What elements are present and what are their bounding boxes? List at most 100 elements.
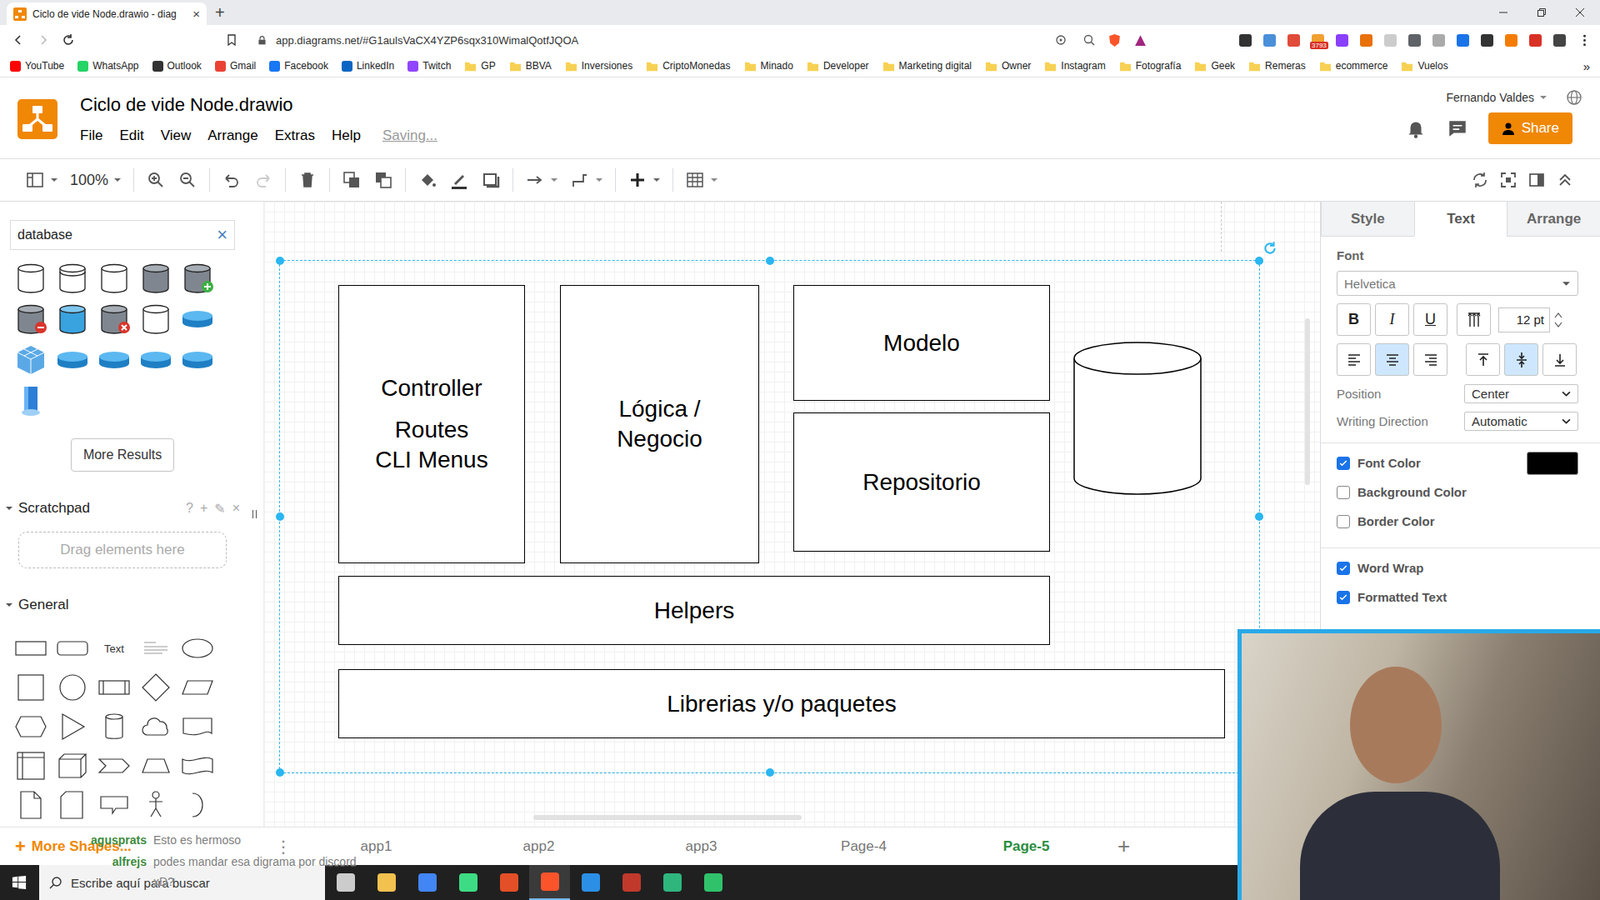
line-color-icon[interactable] [449,170,470,190]
taskbar-app[interactable] [692,865,734,900]
extension-icon[interactable] [1505,34,1518,47]
shape-result[interactable] [135,261,177,295]
checkbox[interactable] [1336,456,1350,470]
bookmark[interactable]: YouTube [10,60,65,72]
menu-item[interactable]: Help [331,127,361,145]
bookmark[interactable]: Developer [806,60,870,73]
taskbar-app[interactable] [406,865,448,900]
shape-search-field[interactable]: database × [10,220,235,250]
page-tab[interactable]: Page-5 [945,838,1108,855]
shape-result[interactable] [51,343,94,377]
location-icon[interactable] [1054,33,1068,47]
scratchpad-header[interactable]: Scratchpad ?+✎× [0,496,245,520]
text-option[interactable]: Formatted Text [1336,582,1579,612]
resize-handle[interactable] [765,256,775,265]
more-shapes-button[interactable]: + More Shapes... [0,835,245,858]
spinner-icon[interactable] [1554,310,1563,330]
extension-icon[interactable] [1553,34,1566,47]
bell-icon[interactable] [1405,117,1427,140]
shape-item[interactable] [176,710,219,744]
shape-item[interactable] [10,788,52,822]
dropdown-icon[interactable] [50,175,59,185]
resize-handle[interactable] [275,256,285,265]
bookmark[interactable]: Minado [744,60,794,73]
zoom-level[interactable]: 100% [70,171,109,190]
bookmark[interactable]: WhatsApp [77,60,139,72]
bookmark[interactable]: Geek [1194,60,1235,73]
format-tab[interactable]: Text [1414,201,1508,237]
taskbar-app[interactable] [365,865,407,900]
globe-icon[interactable] [1565,89,1583,106]
checkbox[interactable] [1336,485,1350,500]
color-option[interactable]: Background Color [1336,477,1579,507]
resize-handle[interactable] [275,768,285,777]
dropdown-icon[interactable] [1539,93,1548,102]
color-swatch[interactable] [1526,451,1579,475]
shape-result[interactable] [93,261,135,295]
database-cylinder[interactable] [1073,341,1202,495]
menu-item[interactable]: File [80,127,103,145]
shape-item[interactable] [176,631,219,665]
back-icon[interactable] [11,33,25,47]
shape-item[interactable] [135,670,177,705]
font-family-select[interactable]: Helvetica [1336,270,1579,296]
shape-item[interactable] [10,710,52,744]
valign-bottom-button[interactable] [1542,343,1577,376]
document-title[interactable]: Ciclo de vide Node.drawio [80,94,438,116]
extension-icon[interactable] [1408,34,1421,47]
url-field[interactable]: app.diagrams.net/#G1aulsVaCX4YZP6sqx310W… [225,33,1096,47]
zoom-out-icon[interactable] [177,170,198,190]
shape-item[interactable] [93,710,135,744]
menu-item[interactable]: View [160,127,192,145]
shape-item[interactable] [93,749,135,783]
fullscreen-icon[interactable] [1498,170,1519,190]
reload-icon[interactable] [61,33,75,47]
color-option[interactable]: Font Color [1336,448,1579,478]
dropdown-icon[interactable] [710,175,719,185]
shape-item[interactable] [135,631,177,665]
bookmark[interactable]: Vuelos [1400,60,1448,73]
diagram-box[interactable]: Librerias y/o paquetes [338,669,1225,739]
bookmark[interactable]: Gmail [215,60,256,72]
windows-start-icon[interactable] [11,875,27,890]
collapse-icon[interactable] [1555,170,1575,190]
format-tab[interactable]: Style [1320,201,1415,237]
rotate-icon[interactable] [1262,240,1278,256]
comment-icon[interactable] [1446,117,1469,140]
more-results-button[interactable]: More Results [70,438,175,472]
taskbar-app[interactable] [488,865,530,900]
restore-icon[interactable] [1536,7,1547,18]
bookmark-icon[interactable] [225,33,239,47]
minimize-icon[interactable] [1498,7,1509,18]
text-option[interactable]: Word Wrap [1336,553,1579,583]
bookmark[interactable]: Outlook [152,60,202,72]
connection-icon[interactable] [525,170,545,190]
page-tab[interactable]: app1 [295,838,458,855]
taskbar-app[interactable] [529,865,570,900]
extension-icon[interactable] [1456,34,1470,47]
menu-item[interactable]: Extras [275,127,315,145]
shape-result[interactable] [135,343,177,377]
page-tab[interactable]: Page-4 [782,838,945,855]
extension-icon[interactable] [1480,34,1494,47]
zoom-icon[interactable] [1082,33,1096,47]
table-icon[interactable] [685,170,705,190]
delete-icon[interactable] [297,170,318,190]
clear-search-button[interactable]: × [216,224,228,246]
bookmark[interactable]: GP [464,60,495,73]
more-bookmarks-button[interactable]: » [1583,59,1590,74]
bookmark[interactable]: Inversiones [565,60,633,73]
bookmark[interactable]: Fotografía [1119,60,1182,73]
insert-icon[interactable] [627,170,648,190]
taskbar-app[interactable] [610,865,652,900]
selection-box[interactable] [279,260,1260,774]
font-size-field[interactable]: 12 pt [1498,307,1550,333]
bookmark[interactable]: Remeras [1248,60,1306,73]
shape-result[interactable] [176,343,219,377]
shadow-icon[interactable] [480,170,501,190]
share-button[interactable]: Share [1488,112,1573,145]
shape-item[interactable] [176,749,219,783]
shape-item[interactable] [176,670,219,705]
extension-icon[interactable] [1335,34,1349,47]
forward-icon[interactable] [36,33,50,47]
